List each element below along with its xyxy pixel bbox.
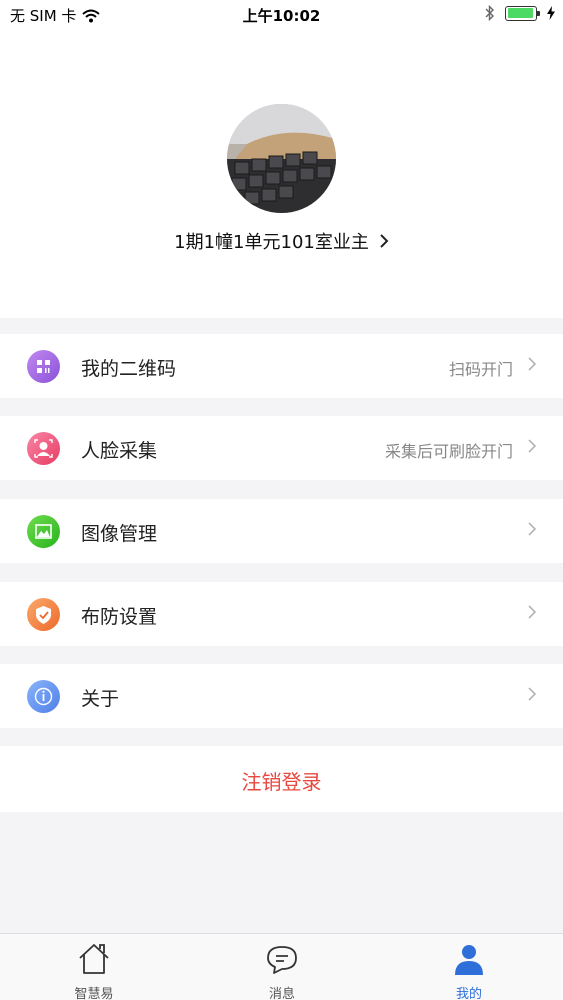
status-bar: 无 SIM 卡 上午10:02 [0, 0, 563, 30]
menu-item-label: 布防设置 [81, 606, 158, 628]
tab-label: 我的 [455, 987, 482, 1000]
bluetooth-icon [485, 5, 494, 21]
menu-item-label: 关于 [81, 688, 120, 710]
avatar-photo [227, 104, 336, 213]
menu-item-label: 图像管理 [81, 523, 158, 545]
profile-name: 1期1幢1单元101室业主 [174, 232, 369, 253]
info-icon [27, 680, 60, 713]
battery-icon [505, 5, 540, 21]
menu-item-qrcode[interactable]: 我的二维码 扫码开门 [0, 334, 563, 398]
profile-name-row[interactable]: 1期1幢1单元101室业主 [0, 228, 563, 254]
chevron-right-icon [528, 687, 537, 701]
qrcode-icon [27, 350, 60, 383]
tab-home[interactable]: 智慧易 [44, 934, 144, 1000]
charging-bolt-icon [547, 6, 555, 20]
tab-bar: 智慧易 消息 我的 [0, 933, 563, 1000]
status-bar-right [485, 5, 555, 21]
clock: 上午10:02 [242, 7, 321, 25]
user-icon [455, 945, 483, 975]
chevron-right-icon [528, 605, 537, 619]
home-icon [79, 944, 109, 974]
menu-item-image-management[interactable]: 图像管理 [0, 499, 563, 563]
tab-label: 智慧易 [74, 987, 114, 1000]
menu-item-face-capture[interactable]: 人脸采集 采集后可刷脸开门 [0, 416, 563, 480]
tab-label: 消息 [268, 987, 295, 1000]
logout-label: 注销登录 [241, 770, 322, 794]
tab-mine[interactable]: 我的 [419, 934, 519, 1000]
chevron-right-icon [528, 439, 537, 453]
tab-messages[interactable]: 消息 [232, 934, 332, 1000]
message-icon [267, 946, 297, 974]
menu-item-arming-settings[interactable]: 布防设置 [0, 582, 563, 646]
image-icon [27, 515, 60, 548]
chevron-right-icon [528, 357, 537, 371]
shield-icon [27, 598, 60, 631]
menu-item-label: 人脸采集 [81, 440, 158, 462]
logout-button[interactable]: 注销登录 [0, 746, 563, 812]
chevron-right-icon [528, 522, 537, 536]
face-icon [27, 432, 60, 465]
menu-item-about[interactable]: 关于 [0, 664, 563, 728]
menu-item-hint: 采集后可刷脸开门 [384, 442, 513, 461]
chevron-right-icon [380, 234, 389, 248]
profile-header: 1期1幢1单元101室业主 [0, 30, 563, 318]
menu-item-label: 我的二维码 [81, 358, 177, 380]
avatar[interactable] [227, 104, 336, 213]
menu-item-hint: 扫码开门 [448, 360, 513, 379]
